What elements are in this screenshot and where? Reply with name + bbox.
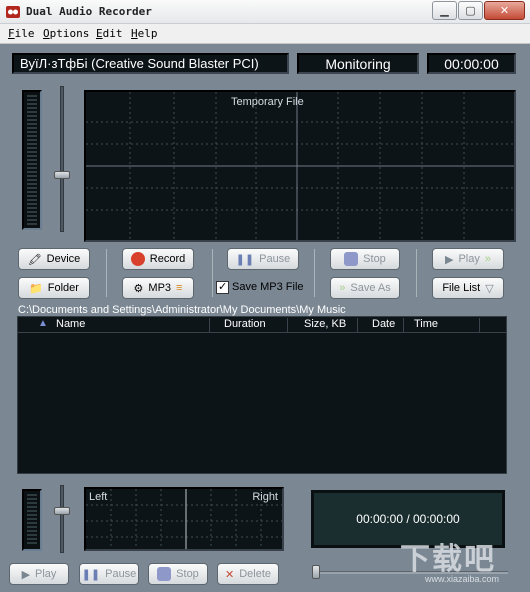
record-icon: [130, 252, 145, 266]
folder-button-label: Folder: [47, 282, 79, 294]
pause-icon: ❚❚: [235, 253, 255, 266]
menu-bar: File Options Edit Help: [0, 24, 530, 44]
pause-button-label: Pause: [259, 253, 291, 265]
record-button-label: Record: [149, 253, 186, 265]
app-icon: [6, 6, 20, 18]
column-date[interactable]: Date: [358, 318, 404, 332]
forward-icon: »: [339, 282, 346, 294]
file-list-button-label: File List: [442, 282, 481, 294]
playback-time-text: 00:00:00 / 00:00:00: [356, 512, 460, 526]
play-button[interactable]: ▶ Play »: [432, 248, 504, 270]
player-play-label: Play: [35, 568, 57, 580]
close-icon: ✕: [499, 5, 510, 17]
stop-button-label: Stop: [363, 253, 386, 265]
save-mp3-label: Save MP3 File: [232, 281, 304, 293]
playback-level-bar: [27, 494, 37, 546]
file-list[interactable]: ▲ Name Duration Size, KB Date Time: [17, 316, 507, 474]
save-as-button[interactable]: » Save As: [330, 277, 400, 299]
watermark-url: www.xiazaiba.com: [425, 574, 500, 584]
folder-path: C:\Documents and Settings\Administrator\…: [18, 304, 346, 316]
minimize-icon: ▁: [440, 5, 449, 17]
menu-help[interactable]: Help: [131, 27, 158, 40]
scope-label: Temporary File: [231, 96, 304, 108]
status-display: Monitoring: [297, 53, 419, 74]
menu-options[interactable]: Options: [43, 27, 89, 40]
stop-icon: [157, 567, 172, 581]
watermark: 下载吧: [400, 543, 496, 576]
sort-asc-icon: ▲: [38, 318, 48, 329]
player-stop-label: Stop: [176, 568, 199, 580]
divider: [314, 249, 315, 297]
player-stop-button[interactable]: Stop: [148, 563, 208, 585]
maximize-icon: ▢: [465, 5, 476, 17]
waveform-display: Temporary File: [84, 90, 516, 242]
divider: [106, 249, 107, 297]
divider: [416, 249, 417, 297]
right-channel-label: Right: [252, 491, 278, 503]
time-text: 00:00:00: [444, 55, 499, 72]
volume-slider-knob[interactable]: [54, 171, 70, 179]
pause-icon: ❚❚: [81, 568, 101, 581]
device-button-label: Device: [46, 253, 81, 265]
chevron-down-icon: ▽: [485, 282, 494, 295]
divider: [212, 249, 213, 297]
delete-button-label: Delete: [239, 568, 271, 580]
column-time[interactable]: Time: [404, 318, 480, 332]
play-forward-icon: »: [484, 253, 491, 265]
column-duration[interactable]: Duration: [210, 318, 288, 332]
device-display: ВуїЛ·зТфБі (Creative Sound Blaster PCI): [12, 53, 289, 74]
mp3-button-label: MP3: [148, 282, 172, 294]
delete-button[interactable]: ✕ Delete: [217, 563, 279, 585]
stop-button[interactable]: Stop: [330, 248, 400, 270]
player-pause-button[interactable]: ❚❚ Pause: [79, 563, 139, 585]
volume-slider-track[interactable]: [60, 86, 64, 232]
seek-slider-knob[interactable]: [312, 565, 320, 579]
menu-file[interactable]: File: [8, 27, 35, 40]
device-name: ВуїЛ·зТфБі (Creative Sound Blaster PCI): [20, 56, 259, 71]
left-channel-label: Left: [89, 491, 108, 503]
close-button[interactable]: ✕: [484, 1, 525, 20]
device-button[interactable]: 🖍 Device: [18, 248, 90, 270]
time-display: 00:00:00: [427, 53, 516, 74]
main-panel: ВуїЛ·зТфБі (Creative Sound Blaster PCI) …: [0, 44, 530, 592]
save-mp3-checkbox[interactable]: ✓: [216, 281, 229, 294]
level-meter: [22, 90, 42, 230]
mp3-button[interactable]: ⚙ MP3 ≡: [122, 277, 194, 299]
playback-level-meter: [22, 489, 42, 551]
record-button[interactable]: Record: [122, 248, 194, 270]
playback-volume-knob[interactable]: [54, 507, 70, 515]
window-title: Dual Audio Recorder: [26, 5, 152, 18]
maximize-button[interactable]: ▢: [458, 1, 483, 20]
list-header: ▲ Name Duration Size, KB Date Time: [18, 317, 506, 333]
play-icon: ▶: [21, 568, 31, 581]
level-meter-bar: [27, 95, 37, 225]
play-icon: ▶: [445, 253, 454, 266]
playback-scope: Left Right: [84, 487, 284, 551]
file-list-button[interactable]: File List ▽: [432, 277, 504, 299]
waveform-grid: [86, 92, 514, 240]
column-size[interactable]: Size, KB: [288, 318, 358, 332]
delete-icon: ✕: [224, 568, 235, 581]
title-bar: Dual Audio Recorder ▁ ▢ ✕: [0, 0, 530, 24]
player-play-button[interactable]: ▶ Play: [9, 563, 69, 585]
save-as-button-label: Save As: [350, 282, 391, 294]
status-text: Monitoring: [325, 55, 391, 72]
settings-lines-icon: ≡: [176, 282, 183, 294]
pause-button[interactable]: ❚❚ Pause: [227, 248, 299, 270]
play-button-label: Play: [458, 253, 480, 265]
column-name[interactable]: Name: [52, 318, 210, 332]
stop-icon: [344, 252, 359, 266]
folder-icon: 📁: [29, 282, 43, 295]
player-pause-label: Pause: [105, 568, 137, 580]
gear-icon: ⚙: [133, 282, 144, 295]
folder-button[interactable]: 📁 Folder: [18, 277, 90, 299]
playback-volume-track[interactable]: [60, 485, 64, 553]
menu-edit[interactable]: Edit: [96, 27, 123, 40]
check-icon: ✓: [218, 281, 228, 293]
minimize-button[interactable]: ▁: [432, 1, 457, 20]
device-icon: 🖍: [27, 253, 42, 266]
